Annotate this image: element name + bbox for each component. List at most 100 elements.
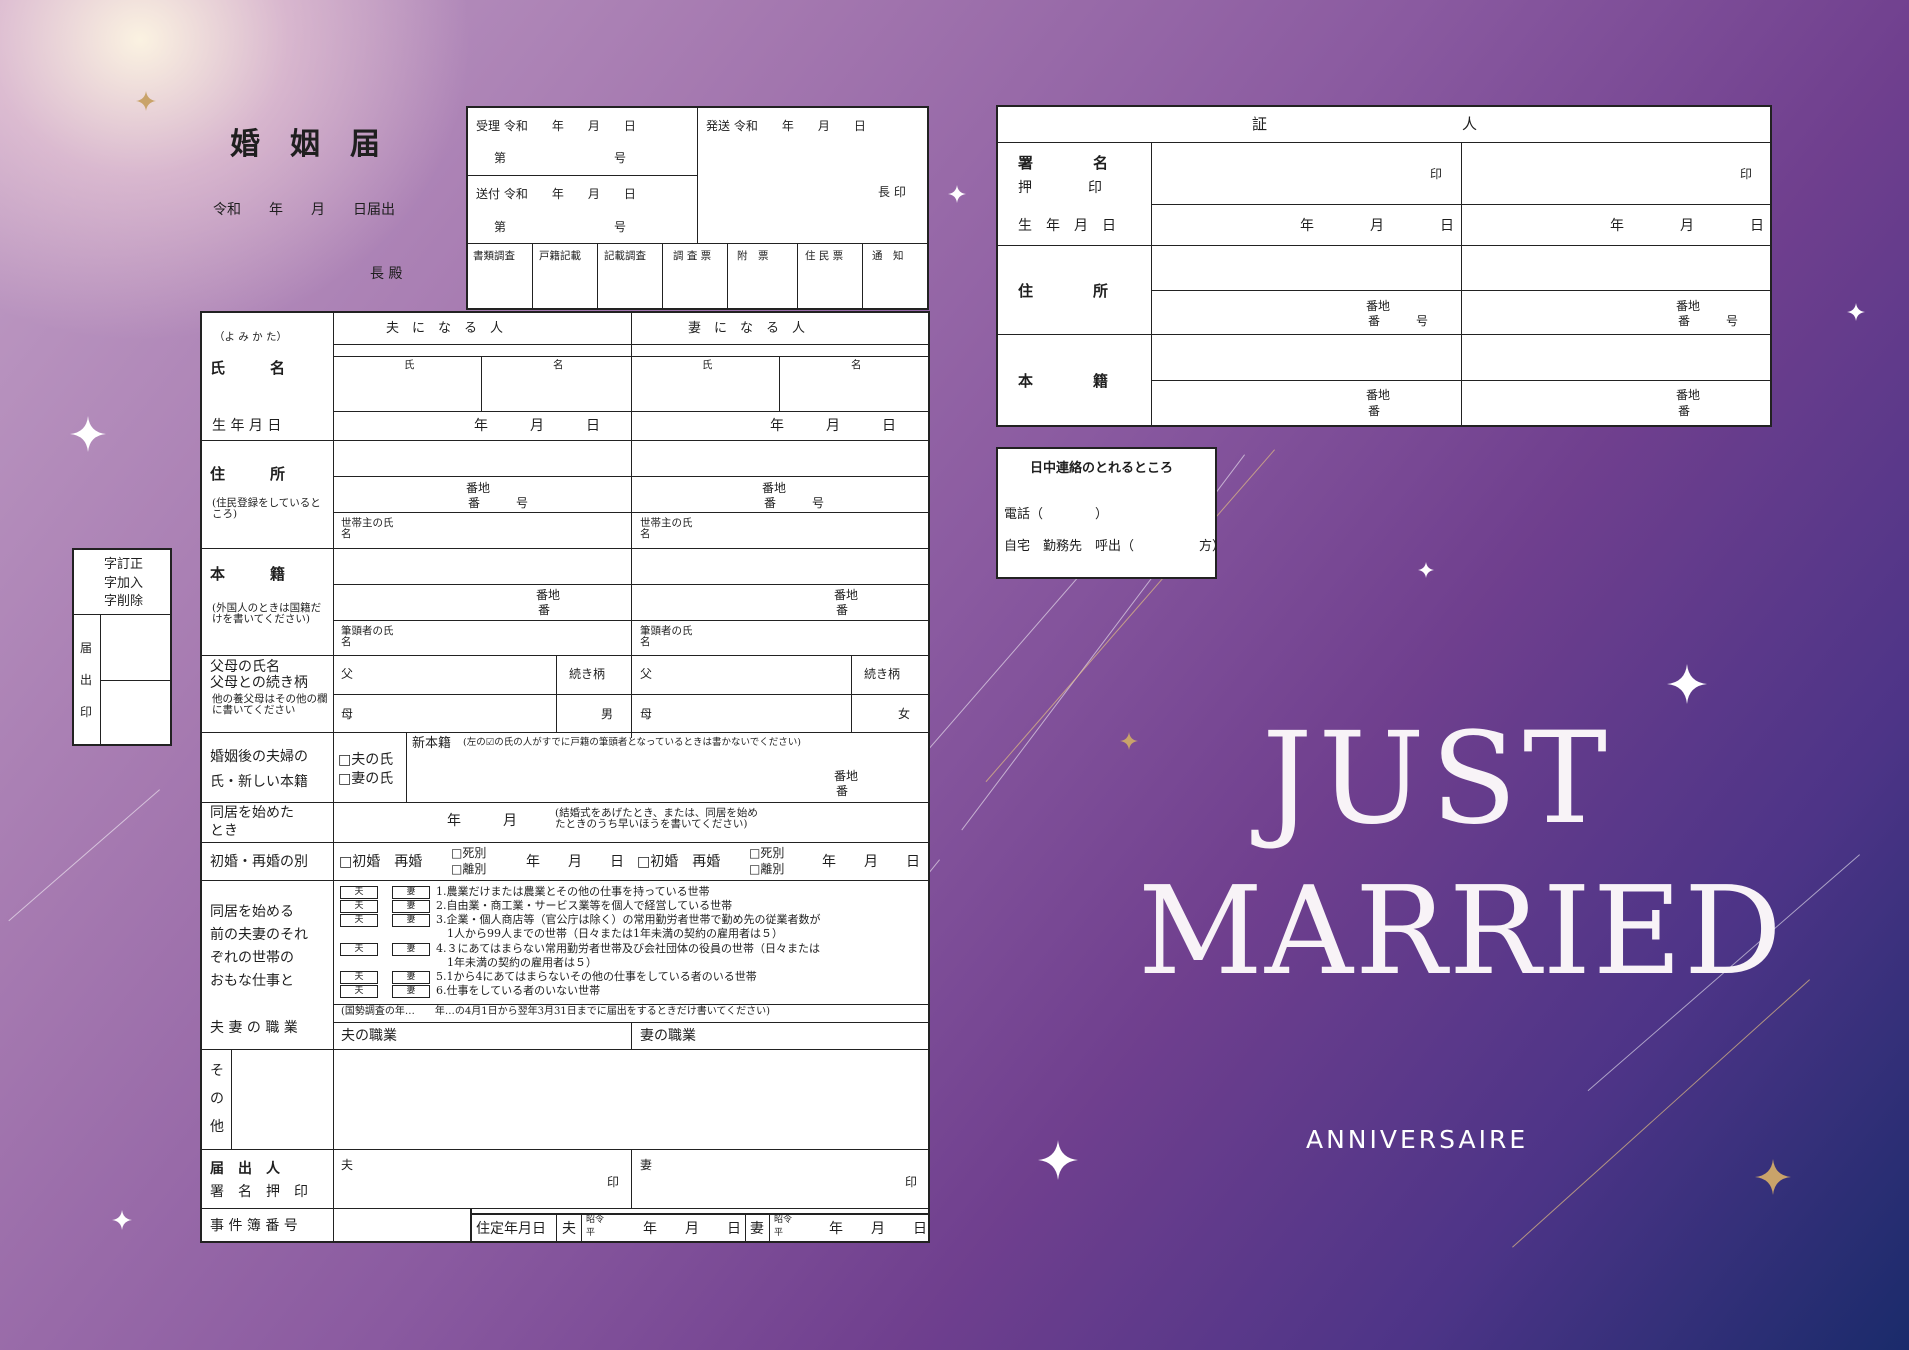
husband-tag[interactable]: 夫 bbox=[340, 886, 378, 899]
surname-label: 氏 bbox=[404, 359, 415, 371]
ban-go: 番 号 bbox=[1678, 314, 1739, 328]
household-head: 世帯主の氏名 bbox=[640, 517, 693, 540]
brand-logo: ANNIVERSAIRE bbox=[1306, 1125, 1529, 1154]
bereaved-check[interactable]: □死別 bbox=[749, 847, 784, 859]
sparkle-icon bbox=[136, 91, 156, 111]
husband-birth: 年 月 日 bbox=[474, 418, 600, 434]
wife-first-marriage-check[interactable]: □初婚 再婚 bbox=[637, 855, 720, 869]
wife-header: 妻 に な る 人 bbox=[688, 321, 806, 336]
residence-date-label: 住定年月日 bbox=[476, 1221, 546, 1237]
husband-tag[interactable]: 夫 bbox=[340, 943, 378, 956]
contact-phone: 電話（ ） bbox=[1004, 507, 1109, 522]
surname-label: 氏 bbox=[702, 359, 713, 371]
ban-go: 番 号 bbox=[764, 496, 825, 510]
parents-note: 他の養父母はその他の欄に書いてください bbox=[212, 693, 328, 716]
wife-tag[interactable]: 妻 bbox=[392, 914, 430, 927]
wife-remarriage-date: 年 月 日 bbox=[822, 854, 920, 870]
banchi: 番地 bbox=[1366, 388, 1391, 402]
witness-address-label: 住 所 bbox=[1018, 282, 1109, 300]
banchi: 番地 bbox=[466, 481, 491, 495]
main-form bbox=[200, 311, 930, 1210]
father-label: 父 bbox=[341, 667, 354, 681]
check-cell: 記載調査 bbox=[604, 250, 646, 262]
ban: 番 bbox=[538, 603, 551, 617]
banchi: 番地 bbox=[834, 588, 859, 602]
wife-tag[interactable]: 妻 bbox=[392, 943, 430, 956]
send-number: 第 号 bbox=[494, 220, 627, 234]
husband-first-marriage-check[interactable]: □初婚 再婚 bbox=[339, 855, 422, 869]
name-label: 氏 名 bbox=[210, 359, 286, 377]
ban: 番 bbox=[836, 784, 849, 798]
cohabit-label2: とき bbox=[210, 823, 238, 839]
mother-label: 母 bbox=[640, 707, 653, 721]
ban: 番 bbox=[1368, 404, 1381, 418]
husband-header: 夫 に な る 人 bbox=[386, 321, 504, 336]
divorced-check[interactable]: □離別 bbox=[749, 863, 784, 875]
son-label: 男 bbox=[601, 707, 614, 721]
occupation-option: 1年未満の契約の雇用者は５） bbox=[436, 956, 597, 969]
applicant-sign-label: 署 名 押 印 bbox=[210, 1184, 308, 1200]
occupation-label: 前の夫妻のそれ bbox=[210, 927, 308, 943]
cohabit-note: (結婚式をあげたとき、または、同居を始め たときのうち早いほうを書いてください) bbox=[555, 807, 758, 830]
occupation-option: 3.企業・個人商店等（官公庁は除く）の常用勤労者世帯で勤め先の従業者数が bbox=[436, 913, 821, 926]
new-domicile-note: (左の☑の氏の人がすでに戸籍の筆頭者となっているときは書かないでください) bbox=[463, 737, 801, 748]
wife-tag[interactable]: 妻 bbox=[392, 900, 430, 913]
cohabit-label: 同居を始めた bbox=[210, 805, 294, 821]
banchi: 番地 bbox=[834, 769, 859, 783]
other-label: 他 bbox=[210, 1119, 224, 1135]
sparkle-icon bbox=[1038, 1140, 1078, 1180]
relation-label: 続き柄 bbox=[864, 667, 901, 681]
check-cell: 附 票 bbox=[737, 250, 769, 262]
ban: 番 bbox=[836, 603, 849, 617]
husband-tag[interactable]: 夫 bbox=[340, 900, 378, 913]
receipt-label: 受理 令和 年 月 日 bbox=[476, 119, 636, 133]
husband-tag[interactable]: 夫 bbox=[340, 914, 378, 927]
era-label: 昭令 bbox=[774, 1215, 793, 1225]
chief-seal: 長 印 bbox=[878, 185, 906, 199]
witness-birth-label: 生 年 月 日 bbox=[1018, 218, 1116, 234]
witness2-birth: 年 月 日 bbox=[1610, 218, 1764, 234]
banchi: 番地 bbox=[762, 481, 787, 495]
check-cell: 戸籍記載 bbox=[539, 250, 581, 262]
add-char: 字加入 bbox=[104, 576, 144, 591]
just-text: JUST bbox=[1262, 705, 1614, 852]
wife-surname-check[interactable]: □妻の氏 bbox=[338, 772, 393, 786]
given-name-label: 名 bbox=[553, 359, 564, 371]
ban: 番 bbox=[1678, 404, 1691, 418]
new-domicile-label: 新本籍 bbox=[412, 736, 452, 751]
delete-char: 字削除 bbox=[104, 594, 144, 609]
wife-tag[interactable]: 妻 bbox=[392, 886, 430, 899]
footer-husband-date: 年 月 日 bbox=[643, 1221, 741, 1237]
form-title: 婚 姻 届 bbox=[230, 127, 380, 162]
footer-wife: 妻 bbox=[750, 1221, 764, 1237]
correct-char: 字訂正 bbox=[104, 557, 144, 572]
addressee: 長 殿 bbox=[370, 266, 403, 282]
address-label: 住 所 bbox=[210, 465, 286, 483]
in-label: 印 bbox=[80, 705, 93, 719]
husband-sign: 夫 bbox=[341, 1158, 354, 1172]
check-cell: 通 知 bbox=[872, 250, 904, 262]
wife-birth: 年 月 日 bbox=[770, 418, 896, 434]
witness-domicile-label: 本 籍 bbox=[1018, 372, 1109, 390]
remarriage-label: 初婚・再婚の別 bbox=[210, 854, 308, 870]
head-of-family: 筆頭者の氏名 bbox=[640, 625, 693, 648]
de-label: 出 bbox=[80, 673, 93, 687]
household-head: 世帯主の氏名 bbox=[341, 517, 394, 540]
wife-tag[interactable]: 妻 bbox=[392, 985, 430, 998]
banchi: 番地 bbox=[1676, 299, 1701, 313]
cohabit-date: 年 月 bbox=[447, 813, 517, 829]
era-label: 平 bbox=[774, 1228, 784, 1238]
relation-label: 続き柄 bbox=[569, 667, 606, 681]
married-text: MARRIED bbox=[1138, 860, 1784, 1002]
husband-tag[interactable]: 夫 bbox=[340, 971, 378, 984]
divorced-check[interactable]: □離別 bbox=[451, 863, 486, 875]
husband-surname-check[interactable]: □夫の氏 bbox=[338, 753, 393, 767]
bereaved-check[interactable]: □死別 bbox=[451, 847, 486, 859]
occupation-label: ぞれの世帯の bbox=[210, 950, 294, 966]
husband-tag[interactable]: 夫 bbox=[340, 985, 378, 998]
daughter-label: 女 bbox=[898, 707, 911, 721]
footer-husband: 夫 bbox=[562, 1221, 576, 1237]
wife-tag[interactable]: 妻 bbox=[392, 971, 430, 984]
occupation-option: 1人から99人までの世帯（日々または1年未満の契約の雇用者は５） bbox=[436, 927, 783, 940]
parents-relation-label: 父母との続き柄 bbox=[210, 675, 308, 691]
